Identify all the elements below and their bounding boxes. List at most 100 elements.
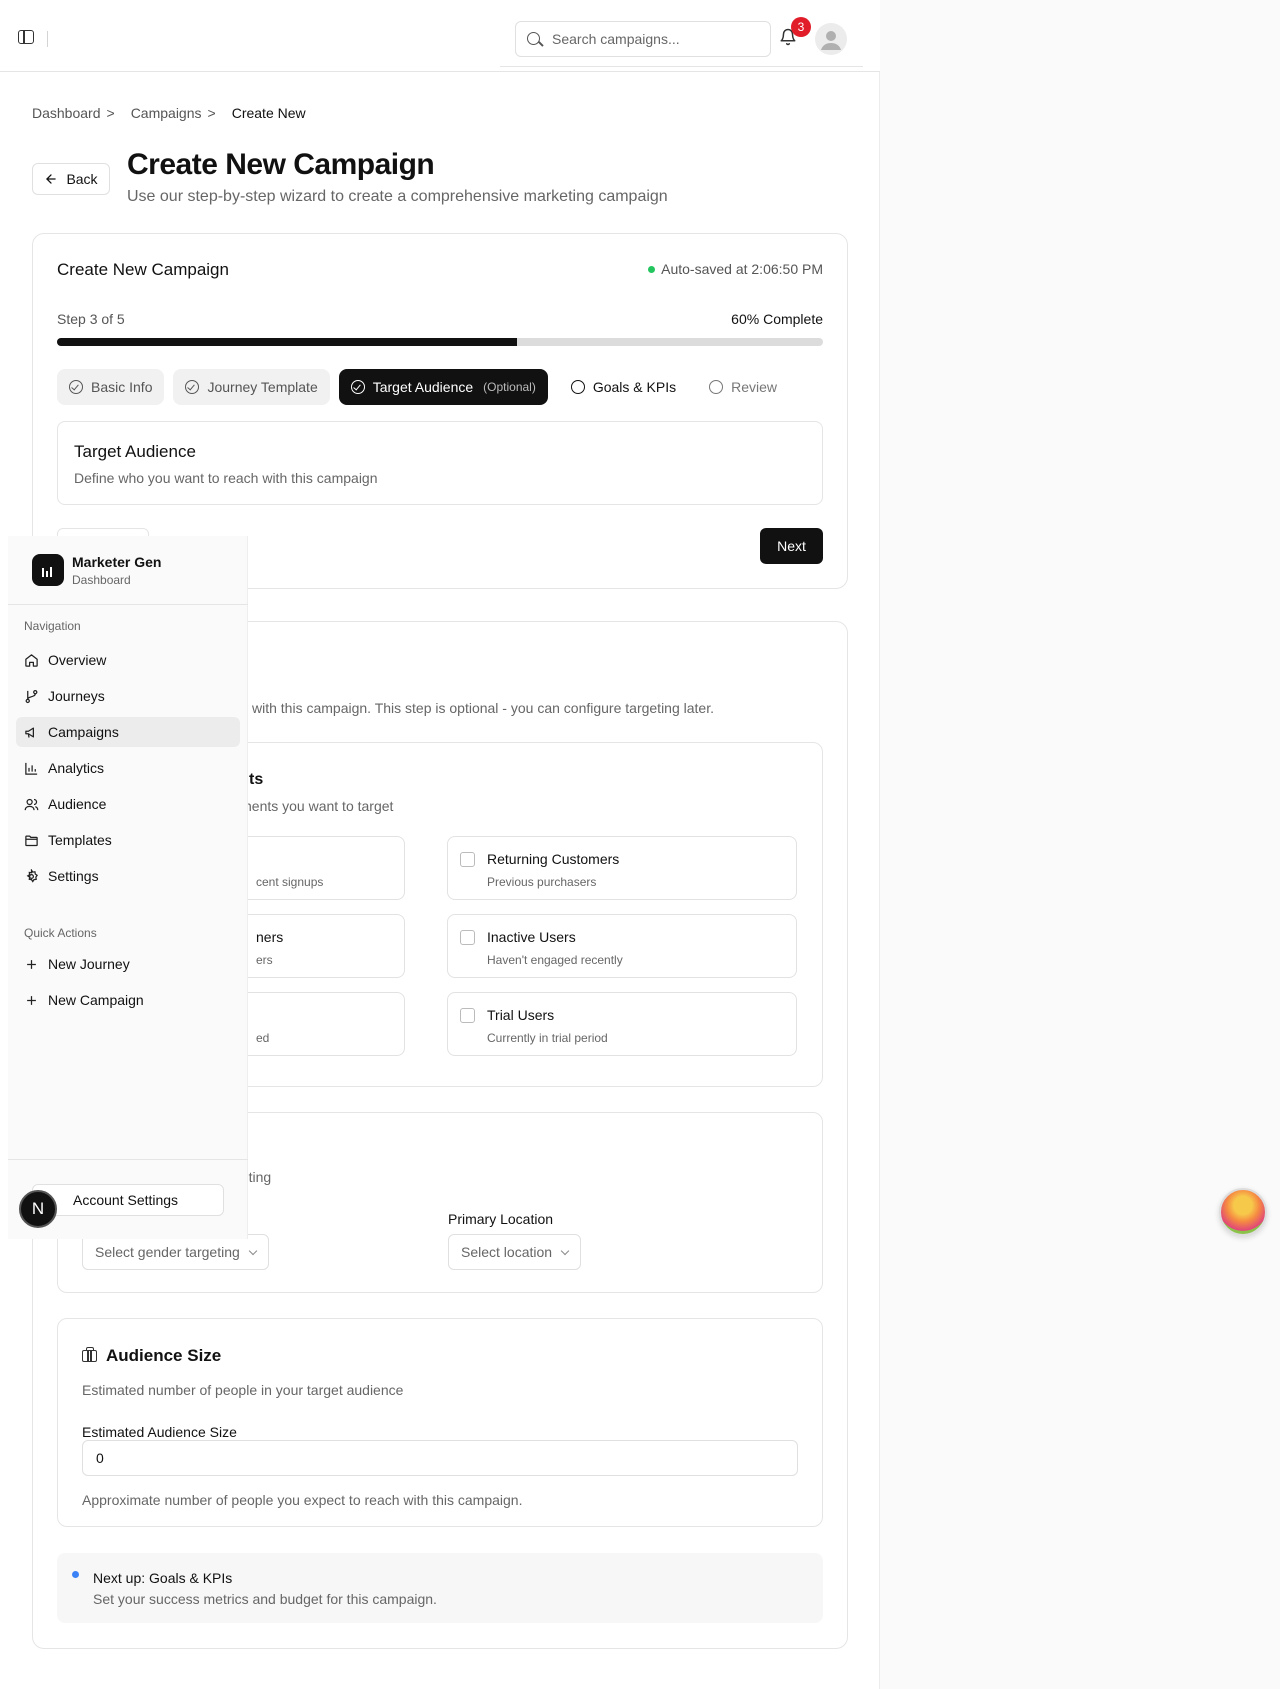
segment-option-desc: cent signups — [256, 875, 324, 889]
sidebar-divider — [8, 604, 248, 605]
search-icon — [527, 32, 540, 45]
user-initial-avatar[interactable]: N — [19, 1190, 57, 1228]
step-journey-template[interactable]: Journey Template — [173, 369, 330, 405]
step-target-audience[interactable]: Target Audience (Optional) — [338, 369, 548, 405]
page-subtitle: Use our step-by-step wizard to create a … — [127, 188, 668, 205]
bar-chart-icon — [24, 761, 39, 776]
sidebar-item-label: Journeys — [48, 688, 105, 704]
sidebar-item-label: Templates — [48, 832, 112, 848]
segment-option-desc: ed — [256, 1031, 270, 1045]
checkbox[interactable] — [460, 930, 475, 945]
topbar: 3 — [0, 0, 880, 72]
breadcrumb-separator: > — [207, 105, 216, 121]
folder-icon — [24, 833, 39, 848]
quick-action-new-journey[interactable]: New Journey — [16, 949, 240, 979]
gender-select[interactable]: Select gender targeting — [82, 1234, 269, 1270]
step-label: Goals & KPIs — [592, 379, 677, 395]
sidebar-item-label: Campaigns — [48, 724, 119, 740]
segment-option-returning-customers[interactable]: Returning Customers Previous purchasers — [447, 836, 797, 900]
breadcrumb-campaigns[interactable]: Campaigns — [131, 105, 202, 121]
segment-option-desc: ers — [256, 953, 273, 967]
circle-icon — [709, 380, 724, 394]
floating-assistant-icon[interactable] — [1219, 1188, 1267, 1236]
sidebar-item-overview[interactable]: Overview — [16, 645, 240, 675]
sidebar-item-templates[interactable]: Templates — [16, 825, 240, 855]
optional-tag: (Optional) — [483, 380, 536, 394]
segment-option-desc: Haven't engaged recently — [487, 953, 623, 967]
topbar-divider — [47, 31, 48, 47]
quick-actions-label: Quick Actions — [24, 926, 97, 940]
step-label: Basic Info — [91, 379, 153, 395]
arrow-left-icon — [46, 174, 57, 184]
status-dot-icon — [648, 265, 656, 273]
plus-icon — [24, 993, 39, 1008]
step-goals-kpis[interactable]: Goals & KPIs — [559, 369, 688, 405]
sidebar-item-analytics[interactable]: Analytics — [16, 753, 240, 783]
sidebar-item-label: Settings — [48, 868, 99, 884]
account-settings-button[interactable]: Account Settings — [32, 1184, 224, 1216]
segment-option-desc: Previous purchasers — [487, 875, 597, 889]
segment-option-title: Inactive Users — [487, 929, 576, 945]
location-select[interactable]: Select location — [448, 1234, 582, 1270]
sidebar-item-audience[interactable]: Audience — [16, 789, 240, 819]
autosave-text: Auto-saved at 2:06:50 PM — [661, 261, 823, 277]
quick-action-new-campaign[interactable]: New Campaign — [16, 985, 240, 1015]
breadcrumb-dashboard[interactable]: Dashboard — [32, 105, 101, 121]
step-summary-box: Target Audience Define who you want to r… — [57, 421, 823, 505]
sidebar-item-label: Overview — [48, 652, 107, 668]
briefcase-icon — [82, 1347, 97, 1362]
sidebar-toggle-icon[interactable] — [18, 30, 34, 44]
step-label: Target Audience — [372, 379, 474, 395]
brand-name: Marketer Gen — [72, 554, 162, 570]
sidebar-item-campaigns[interactable]: Campaigns — [16, 717, 240, 747]
breadcrumb-separator: > — [106, 105, 115, 121]
gear-icon — [24, 867, 39, 884]
audience-size-card: Audience Size Estimated number of people… — [57, 1318, 823, 1527]
progress-fill — [57, 338, 517, 346]
step-basic-info[interactable]: Basic Info — [57, 369, 165, 405]
breadcrumb: Dashboard > Campaigns > Create New — [32, 105, 306, 121]
wizard-title: Create New Campaign — [57, 260, 229, 279]
audience-size-desc: Estimated number of people in your targe… — [82, 1382, 404, 1398]
plus-icon — [24, 957, 39, 972]
segment-option-desc: Currently in trial period — [487, 1031, 608, 1045]
sidebar-item-settings[interactable]: Settings — [16, 861, 240, 891]
topbar-underline — [500, 66, 863, 67]
search-input[interactable] — [552, 22, 762, 56]
step-review[interactable]: Review — [697, 369, 789, 405]
brand-subtitle: Dashboard — [72, 573, 131, 587]
page-title: Create New Campaign — [127, 148, 435, 181]
audience-size-input[interactable] — [82, 1440, 798, 1476]
percent-complete: 60% Complete — [731, 311, 823, 327]
segment-option-inactive-users[interactable]: Inactive Users Haven't engaged recently — [447, 914, 797, 978]
search-box[interactable] — [515, 21, 771, 57]
segment-option-title: Returning Customers — [487, 851, 620, 867]
chevron-down-icon — [248, 1246, 258, 1255]
location-select-value: Select location — [461, 1244, 553, 1260]
circle-icon — [570, 380, 585, 394]
location-label: Primary Location — [448, 1211, 554, 1227]
git-branch-icon — [24, 689, 39, 704]
segment-option-title: Trial Users — [487, 1007, 555, 1023]
checkbox[interactable] — [460, 1008, 475, 1023]
sidebar-item-journeys[interactable]: Journeys — [16, 681, 240, 711]
breadcrumb-current: Create New — [231, 105, 306, 121]
segment-option-trial-users[interactable]: Trial Users Currently in trial period — [447, 992, 797, 1056]
home-icon — [24, 653, 39, 668]
notification-count-badge: 3 — [791, 17, 811, 37]
next-button[interactable]: Next — [760, 528, 823, 564]
sidebar: Marketer Gen Dashboard Navigation Overvi… — [8, 536, 248, 1239]
users-icon — [24, 797, 39, 812]
checkbox[interactable] — [460, 852, 475, 867]
avatar[interactable] — [815, 23, 847, 55]
progress-bar — [57, 338, 823, 346]
gender-select-value: Select gender targeting — [95, 1244, 240, 1260]
next-up-desc: Set your success metrics and budget for … — [93, 1591, 437, 1607]
step-summary-title: Target Audience — [74, 442, 196, 461]
back-button[interactable]: Back — [32, 163, 110, 195]
brand-logo-icon — [32, 554, 64, 586]
autosave-status: Auto-saved at 2:06:50 PM — [648, 261, 823, 277]
sidebar-item-label: Analytics — [48, 760, 105, 776]
next-up-banner: Next up: Goals & KPIs Set your success m… — [57, 1553, 823, 1623]
check-circle-icon — [69, 380, 83, 394]
